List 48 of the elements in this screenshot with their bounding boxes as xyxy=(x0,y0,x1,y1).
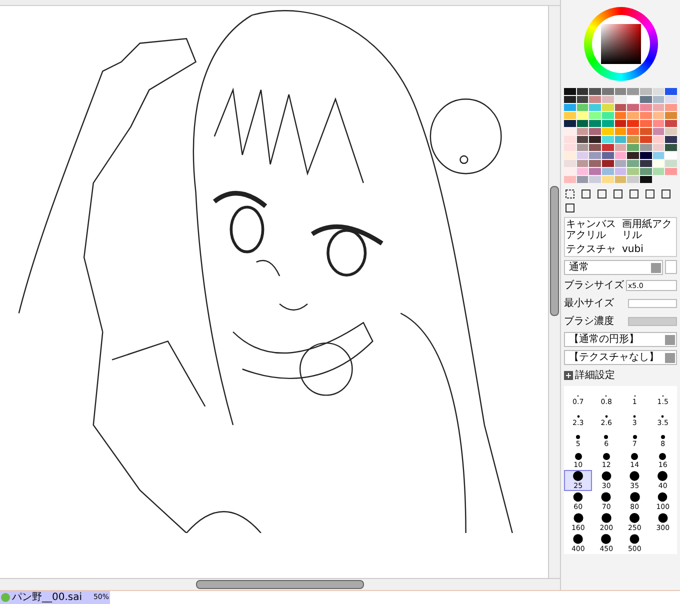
brush-dot-icon xyxy=(660,435,665,439)
texture-select[interactable]: 【テクスチャなし】 xyxy=(564,350,677,365)
vertical-scrollbar[interactable] xyxy=(548,6,560,578)
brush-size-label: ブラシサイズ xyxy=(564,278,624,293)
brush-shape-select[interactable]: 【通常の円形】 xyxy=(564,332,677,347)
advanced-settings-label[interactable]: 詳細設定 xyxy=(575,368,615,383)
document-icon xyxy=(1,593,10,602)
brush-dot-icon xyxy=(599,534,614,544)
brush-dot-icon xyxy=(604,435,608,439)
brush-slot[interactable]: vubi xyxy=(621,243,677,256)
brush-dot-icon xyxy=(659,453,666,460)
brush-dot-icon xyxy=(633,415,636,418)
brush-dot-icon xyxy=(657,471,668,481)
min-size-slider[interactable] xyxy=(628,299,677,308)
brush-dot-icon xyxy=(602,453,610,460)
brush-dot-icon xyxy=(572,513,585,523)
scroll-thumb[interactable] xyxy=(550,186,559,316)
brush-dot-icon xyxy=(573,471,584,481)
brush-dot-icon xyxy=(571,534,586,544)
density-slider[interactable] xyxy=(628,317,677,326)
brush-dot-icon xyxy=(656,492,670,502)
brush-slot[interactable]: テクスチャ xyxy=(565,243,621,256)
brush-dot-icon xyxy=(632,435,637,439)
brush-dot-icon xyxy=(576,435,580,439)
brush-slot[interactable]: 画用紙アクリル xyxy=(621,218,677,242)
horizontal-scrollbar[interactable] xyxy=(0,578,560,590)
scroll-thumb[interactable] xyxy=(196,580,364,589)
min-size-label: 最小サイズ xyxy=(564,296,615,311)
brush-dot-icon xyxy=(600,471,612,481)
blend-mode-select[interactable]: 通常 xyxy=(564,260,663,275)
document-name: パン野__00.sai xyxy=(12,591,82,604)
brush-dot-icon xyxy=(661,415,664,418)
brush-dot-icon xyxy=(576,415,580,418)
density-label: ブラシ濃度 xyxy=(564,314,615,329)
brush-dot-icon xyxy=(572,492,584,502)
brush-dot-icon xyxy=(600,513,613,523)
brush-dot-icon xyxy=(628,492,641,502)
brush-dot-icon xyxy=(631,453,638,460)
brush-dot-icon xyxy=(629,471,640,481)
dropdown-icon xyxy=(651,262,661,272)
brush-dot-icon xyxy=(574,453,582,460)
brush-slot[interactable]: キャンバスアクリル xyxy=(565,218,621,242)
brush-dot-icon xyxy=(628,513,642,523)
brush-dot-icon xyxy=(604,415,608,418)
brush-dot-icon xyxy=(600,492,612,502)
brush-dot-icon xyxy=(656,513,670,523)
color-palette[interactable] xyxy=(564,88,677,183)
plus-icon[interactable] xyxy=(564,371,573,380)
